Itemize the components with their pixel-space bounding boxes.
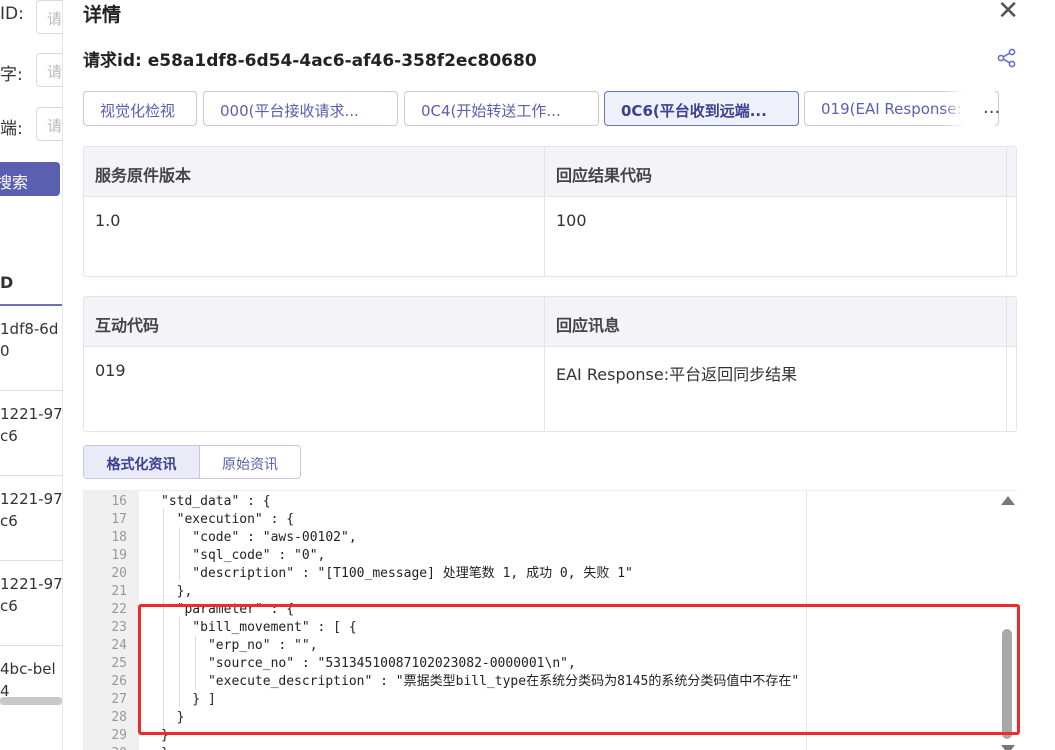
info-table-interaction: 互动代码 回应讯息 019 EAI Response:平台返回同步结果	[83, 296, 1017, 432]
line-text: "std_data" : {	[161, 494, 271, 509]
row-id-text: 1df8-6d	[0, 320, 59, 338]
line-number: 19	[111, 548, 127, 563]
line-number: 25	[111, 656, 127, 671]
request-id-line: 请求id: e58a1df8-6d54-4ac6-af46-358f2ec806…	[83, 46, 537, 71]
code-line: 16 "std_data" : {	[83, 493, 1017, 511]
header-response-message: 回应讯息	[556, 316, 621, 335]
tab-visual-view[interactable]: 视觉化检视	[83, 91, 197, 126]
scroll-down-arrow-icon[interactable]	[1001, 745, 1015, 750]
table-header: 服务原件版本 回应结果代码	[84, 147, 1016, 197]
bg-label-id: ID:	[0, 4, 24, 24]
line-number: 24	[111, 638, 127, 653]
row-id-text: 1221-97	[0, 490, 63, 508]
row-sub-text: c6	[0, 597, 18, 615]
column-divider	[1006, 147, 1007, 276]
table-row[interactable]: 4bc-bel 4	[0, 658, 70, 702]
line-number: 28	[111, 710, 127, 725]
tab-0c4[interactable]: 0C4(开始转送工作...	[404, 91, 599, 126]
tab-formatted-info[interactable]: 格式化资讯	[84, 446, 200, 478]
search-button[interactable]: 搜索	[0, 162, 60, 196]
annotation-highlight-box	[138, 604, 1020, 735]
tab-000[interactable]: 000(平台接收请求...	[203, 91, 398, 126]
row-divider	[0, 645, 70, 646]
line-number: 18	[111, 530, 127, 545]
line-text: "execution" : {	[161, 512, 295, 527]
info-table-service: 服务原件版本 回应结果代码 1.0 100	[83, 146, 1017, 277]
header-interaction-code: 互动代码	[95, 316, 160, 335]
bg-column-header: D	[0, 273, 14, 292]
line-number: 17	[111, 512, 127, 527]
value-response-code: 100	[556, 211, 587, 230]
row-id-text: 4bc-bel	[0, 660, 56, 678]
row-divider	[0, 560, 70, 561]
table-header: 互动代码 回应讯息	[84, 297, 1016, 347]
tab-raw-info[interactable]: 原始资讯	[200, 446, 300, 478]
line-text: }	[161, 745, 169, 750]
line-number: 29	[111, 728, 127, 743]
line-text: },	[161, 584, 193, 599]
line-number: 16	[111, 494, 127, 509]
line-text: "description" : "[T100_message] 处理笔数 1, …	[161, 566, 633, 581]
more-tabs-button[interactable]: ...	[983, 97, 1000, 118]
share-icon[interactable]	[997, 48, 1017, 68]
line-number: 27	[111, 692, 127, 707]
code-line: 17 "execution" : {	[83, 511, 1017, 529]
drawer-title: 详情	[83, 4, 122, 26]
bg-header-underline	[0, 304, 70, 306]
line-number: 26	[111, 674, 127, 689]
row-sub-text: c6	[0, 427, 18, 445]
column-divider	[544, 297, 545, 431]
scroll-up-arrow-icon[interactable]	[1001, 496, 1015, 505]
code-line: 19 "sql_code" : "0",	[83, 547, 1017, 565]
format-toggle: 格式化资讯 原始资讯	[83, 445, 301, 479]
request-id-label: 请求id:	[83, 51, 142, 71]
header-response-code: 回应结果代码	[556, 166, 653, 185]
table-row[interactable]: 1221-97 c6	[0, 488, 70, 532]
row-sub-text: c6	[0, 512, 18, 530]
close-icon[interactable]: ✕	[997, 0, 1019, 24]
line-number: 22	[111, 602, 127, 617]
horizontal-scrollbar[interactable]	[0, 697, 62, 705]
step-tabs: 视觉化检视 000(平台接收请求... 0C4(开始转送工作... 0C6(平台…	[83, 91, 999, 127]
table-row[interactable]: 1221-97 c6	[0, 403, 70, 447]
row-id-text: 1221-97	[0, 405, 63, 423]
background-page: ID: 请 字: 请 端: 请 搜索 D 1df8-6d 0 1221-97 c…	[0, 0, 70, 750]
column-divider	[1006, 297, 1007, 431]
value-interaction-code: 019	[95, 361, 126, 380]
table-row[interactable]: 1221-97 c6	[0, 573, 70, 617]
code-line: 21 },	[83, 583, 1017, 601]
value-service-version: 1.0	[95, 211, 121, 230]
bg-label-client: 端:	[0, 119, 23, 139]
column-divider	[544, 147, 545, 276]
code-line: 18 "code" : "aws-00102",	[83, 529, 1017, 547]
line-number: 30	[83, 745, 127, 750]
line-text: "code" : "aws-00102",	[161, 530, 357, 545]
value-response-message: EAI Response:平台返回同步结果	[556, 365, 798, 384]
bg-label-keyword: 字:	[0, 65, 23, 85]
code-line: 20 "description" : "[T100_message] 处理笔数 …	[83, 565, 1017, 583]
line-number: 23	[111, 620, 127, 635]
code-line: 30}	[83, 745, 1017, 750]
line-number: 20	[111, 566, 127, 581]
row-sub-text: 0	[0, 342, 10, 360]
table-row[interactable]: 1df8-6d 0	[0, 318, 70, 362]
row-divider	[0, 390, 70, 391]
row-id-text: 1221-97	[0, 575, 63, 593]
request-id-value: e58a1df8-6d54-4ac6-af46-358f2ec80680	[147, 51, 537, 71]
header-service-version: 服务原件版本	[95, 166, 192, 185]
tab-0c6[interactable]: 0C6(平台收到远端...	[604, 91, 799, 126]
line-text: "sql_code" : "0",	[161, 548, 326, 563]
row-divider	[0, 475, 70, 476]
line-number: 21	[111, 584, 127, 599]
